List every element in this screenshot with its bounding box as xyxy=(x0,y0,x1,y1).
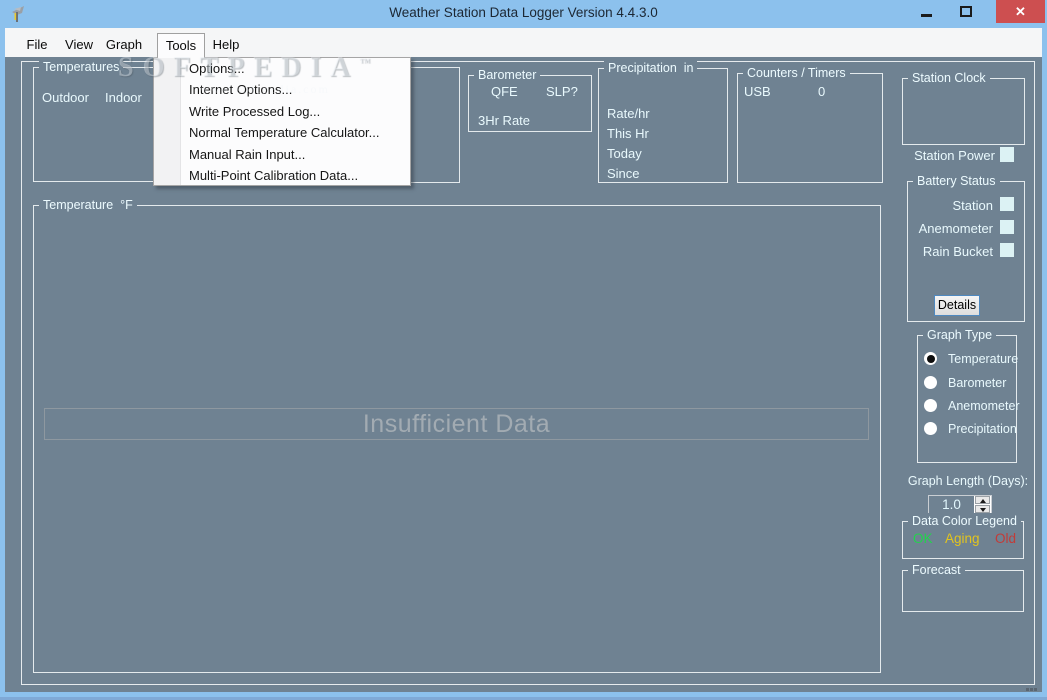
graph-type-temperature-label: Temperature xyxy=(948,352,1019,366)
maximize-button[interactable] xyxy=(948,0,984,23)
data-color-legend-group: Data Color Legend OK Aging Old xyxy=(902,513,1024,559)
app-window: Weather Station Data Logger Version 4.4.… xyxy=(0,0,1047,700)
close-icon: ✕ xyxy=(1015,3,1026,19)
forecast-group: Forecast xyxy=(902,562,1024,612)
precipitation-group: Precipitation in Rate/hr This Hr Today S… xyxy=(598,60,728,183)
battery-rain-bucket-label: Rain Bucket xyxy=(922,244,993,259)
menu-item-multi-point-calibration-data[interactable]: Multi-Point Calibration Data... xyxy=(154,165,410,186)
title-bar[interactable]: Weather Station Data Logger Version 4.4.… xyxy=(0,0,1047,28)
menu-item-options[interactable]: Options... xyxy=(154,58,410,79)
maximize-icon xyxy=(960,6,972,17)
arrow-down-icon xyxy=(979,508,986,512)
counters-group: Counters / Timers USB 0 xyxy=(737,65,883,183)
station-clock-group-title: Station Clock xyxy=(908,70,990,87)
battery-station-indicator xyxy=(1000,197,1014,211)
insufficient-data-banner: Insufficient Data xyxy=(44,408,869,440)
arrow-up-icon xyxy=(979,499,986,503)
radio-icon[interactable] xyxy=(924,399,937,412)
battery-status-group: Battery Status Station Anemometer Rain B… xyxy=(907,173,1025,322)
station-clock-group: Station Clock xyxy=(902,70,1025,145)
spinner-down-button[interactable] xyxy=(975,505,990,513)
barometer-3hr-rate-label: 3Hr Rate xyxy=(478,113,531,128)
temperatures-group-title: Temperatures xyxy=(39,59,124,76)
temperature-chart-title: Temperature °F xyxy=(39,197,137,214)
resize-grip-icon[interactable] xyxy=(1026,688,1029,691)
menu-item-write-processed-log[interactable]: Write Processed Log... xyxy=(154,101,410,122)
graph-length-spinner[interactable]: 1.0 xyxy=(928,495,992,515)
menu-item-manual-rain-input[interactable]: Manual Rain Input... xyxy=(154,144,410,165)
legend-ok-label: OK xyxy=(913,531,933,546)
station-power-label: Station Power xyxy=(914,148,995,163)
data-color-legend-title: Data Color Legend xyxy=(908,513,1021,530)
graph-length-label: Graph Length (Days): xyxy=(907,474,1029,488)
graph-type-group-title: Graph Type xyxy=(923,327,997,344)
tools-dropdown-menu: Options... Internet Options... Write Pro… xyxy=(153,57,411,186)
radio-icon[interactable] xyxy=(924,422,937,435)
graph-type-precipitation-label: Precipitation xyxy=(948,422,1017,436)
legend-aging-label: Aging xyxy=(945,531,980,546)
forecast-group-title: Forecast xyxy=(908,562,965,579)
precipitation-today-label: Today xyxy=(607,146,642,161)
battery-station-label: Station xyxy=(952,198,993,213)
radio-selected-icon[interactable] xyxy=(924,352,937,365)
legend-old-label: Old xyxy=(995,531,1017,546)
precipitation-thishr-label: This Hr xyxy=(607,126,649,141)
spinner-buttons xyxy=(974,496,991,514)
resize-grip-icon[interactable] xyxy=(1030,688,1033,691)
menu-item-internet-options[interactable]: Internet Options... xyxy=(154,79,410,100)
resize-grip-icon[interactable] xyxy=(1034,688,1037,691)
station-power-indicator xyxy=(1000,147,1014,162)
battery-rain-bucket-indicator xyxy=(1000,243,1014,257)
barometer-slp-label: SLP? xyxy=(546,84,578,99)
battery-anemometer-indicator xyxy=(1000,220,1014,234)
precipitation-group-title: Precipitation in xyxy=(604,60,698,77)
temperature-chart-group: Temperature °F Insufficient Data xyxy=(33,197,881,673)
menu-file[interactable]: File xyxy=(16,33,58,57)
menu-tools[interactable]: Tools xyxy=(157,33,205,58)
menu-help[interactable]: Help xyxy=(205,33,247,57)
battery-details-button[interactable]: Details xyxy=(934,295,980,316)
graph-type-group: Graph Type Temperature Barometer Anemome… xyxy=(917,327,1020,463)
precipitation-rate-label: Rate/hr xyxy=(607,106,650,121)
menu-graph[interactable]: Graph xyxy=(100,33,148,57)
graph-length-value[interactable]: 1.0 xyxy=(929,496,974,514)
menu-bar: File View Graph Tools Help xyxy=(5,28,1042,58)
graph-type-barometer-label: Barometer xyxy=(948,376,1007,390)
menu-view[interactable]: View xyxy=(58,33,100,57)
battery-anemometer-label: Anemometer xyxy=(918,221,993,236)
minimize-button[interactable] xyxy=(908,0,944,23)
minimize-icon xyxy=(920,14,932,17)
spinner-up-button[interactable] xyxy=(975,496,990,504)
barometer-qfe-label: QFE xyxy=(491,84,518,99)
barometer-group-title: Barometer xyxy=(474,67,541,84)
window-title: Weather Station Data Logger Version 4.4.… xyxy=(389,5,658,20)
menu-item-normal-temperature-calculator[interactable]: Normal Temperature Calculator... xyxy=(154,122,410,143)
barometer-group: Barometer QFE SLP? 3Hr Rate xyxy=(468,67,592,132)
temperatures-indoor-label: Indoor xyxy=(105,90,142,105)
counters-usb-value: 0 xyxy=(818,84,826,99)
close-button[interactable]: ✕ xyxy=(996,0,1045,23)
radio-icon[interactable] xyxy=(924,376,937,389)
temperatures-outdoor-label: Outdoor xyxy=(42,90,89,105)
battery-status-group-title: Battery Status xyxy=(913,173,1000,190)
graph-type-anemometer-label: Anemometer xyxy=(948,399,1020,413)
counters-group-title: Counters / Timers xyxy=(743,65,850,82)
precipitation-since-label: Since xyxy=(607,166,640,181)
counters-usb-label: USB xyxy=(744,84,771,99)
